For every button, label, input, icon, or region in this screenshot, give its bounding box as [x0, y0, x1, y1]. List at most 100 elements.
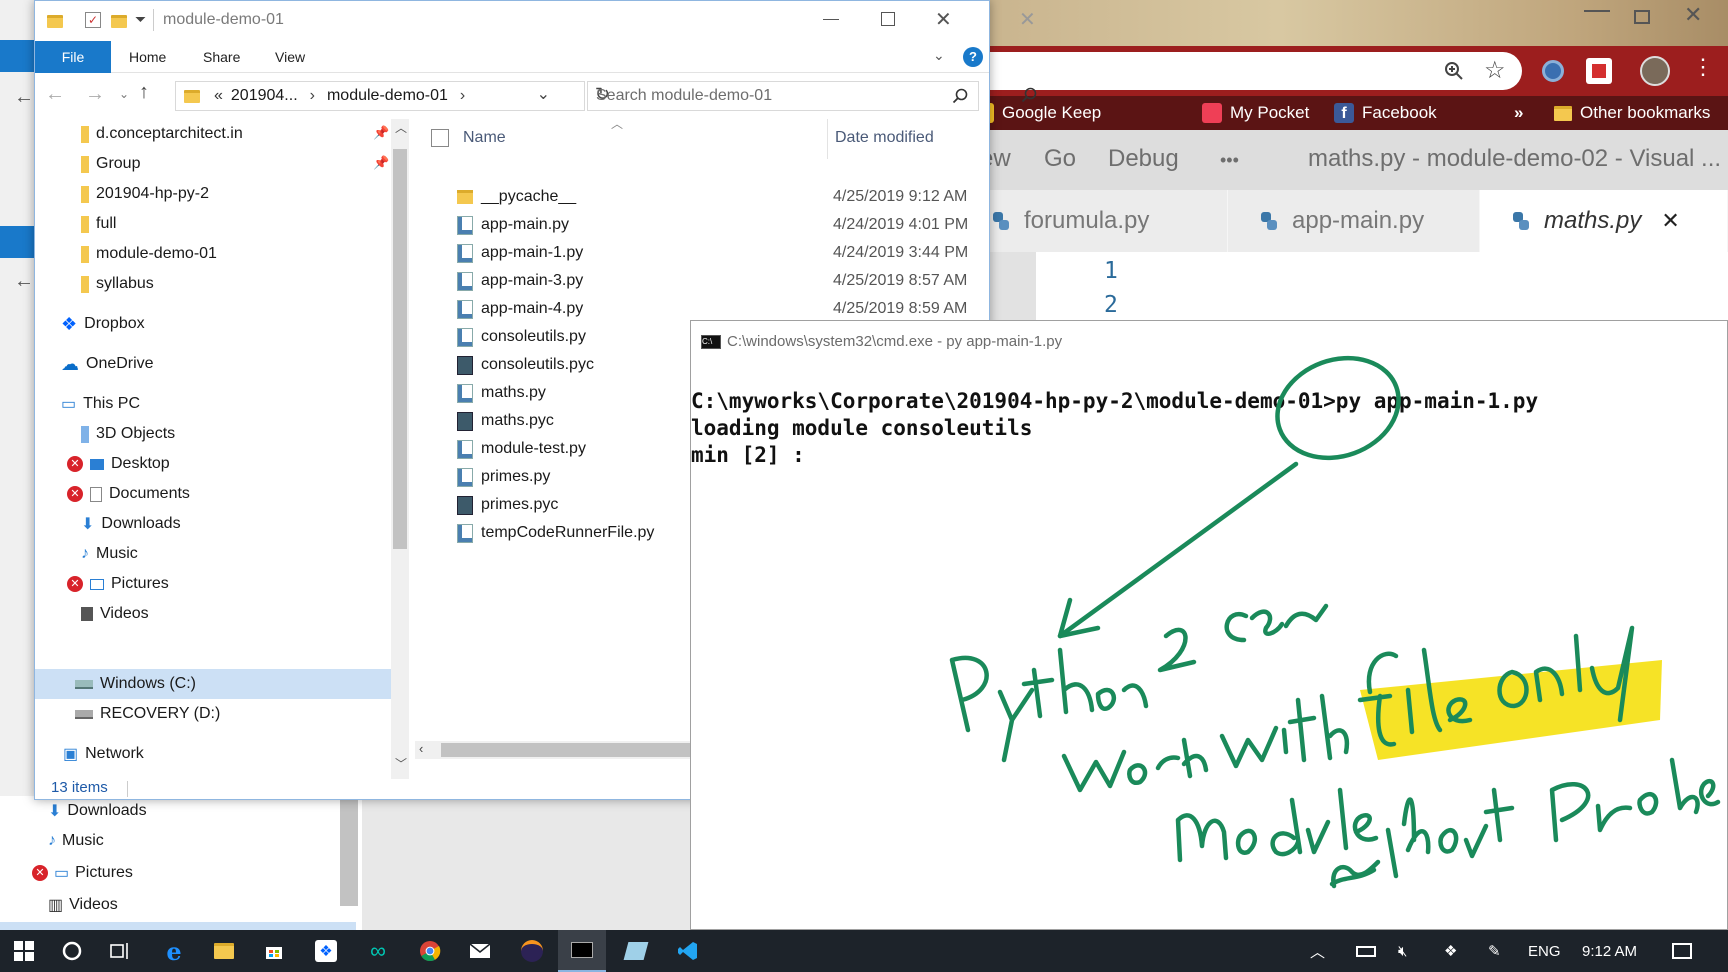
nav-item-conceptarchitect[interactable]: d.conceptarchitect.in	[81, 119, 243, 149]
column-date-modified[interactable]: Date modified	[835, 129, 934, 147]
other-bookmarks[interactable]: Other bookmarks	[1554, 96, 1710, 130]
nav-item-recovery-d[interactable]: RECOVERY (D:)	[75, 699, 220, 729]
menu-icon[interactable]: ⋮	[1692, 54, 1714, 80]
nav-item-this-pc[interactable]: ▭ This PC	[61, 389, 140, 419]
menu-more[interactable]: •••	[1220, 150, 1239, 171]
properties-icon[interactable]: ✓	[85, 12, 101, 28]
restore-icon[interactable]	[1634, 10, 1650, 24]
dropbox-tray[interactable]: ❖	[1444, 930, 1457, 972]
scroll-up-icon[interactable]: ︿	[395, 119, 407, 136]
close-icon[interactable]: ✕	[1019, 7, 1036, 32]
nav-item-pictures[interactable]: ✕ Pictures	[67, 569, 169, 599]
tab-app-main[interactable]: app-main.py	[1228, 190, 1480, 252]
menu-go[interactable]: Go	[1044, 145, 1076, 173]
address-dropdown-icon[interactable]: ⌄	[537, 84, 550, 104]
pdf-extension-icon[interactable]	[1586, 58, 1612, 84]
close-icon[interactable]: ✕	[935, 7, 952, 32]
file-row[interactable]: __pycache__ 4/25/2019 9:12 AM	[415, 183, 975, 211]
new-folder-icon[interactable]	[111, 15, 127, 28]
taskbar-edge[interactable]: e	[150, 930, 198, 972]
scroll-down-icon[interactable]: ﹀	[395, 755, 407, 772]
nav-item-videos[interactable]: Videos	[81, 599, 149, 629]
bookmark-facebook[interactable]: f Facebook	[1334, 96, 1437, 130]
breadcrumb-current[interactable]: module-demo-01	[327, 87, 448, 105]
pin-icon[interactable]: 📌	[373, 155, 389, 171]
address-bar[interactable]: ☆	[980, 52, 1522, 90]
nav-item-network[interactable]: ▣ Network	[63, 739, 144, 769]
file-row[interactable]: app-main-1.py 4/24/2019 3:44 PM	[415, 239, 975, 267]
tab-file[interactable]: File	[35, 41, 111, 73]
back-arrow-icon[interactable]: ←	[14, 86, 34, 109]
pen-workspace[interactable]: ✎	[1488, 930, 1501, 972]
file-row[interactable]: app-main.py 4/24/2019 4:01 PM	[415, 211, 975, 239]
extension-icon[interactable]	[1542, 60, 1564, 82]
console-line[interactable]: min [2] :	[691, 443, 805, 467]
nav-item-downloads[interactable]: ⬇ Downloads	[81, 509, 181, 539]
forward-arrow-icon[interactable]: →	[85, 83, 105, 106]
nav-item-music[interactable]: ♪ Music	[48, 826, 104, 856]
menu-debug[interactable]: Debug	[1108, 145, 1179, 173]
taskbar-cmd[interactable]	[558, 930, 606, 972]
back-arrow-icon[interactable]: ←	[45, 83, 65, 106]
nav-item-pictures[interactable]: ✕ ▭ Pictures	[32, 858, 133, 888]
search-input[interactable]: Search module-demo-01	[587, 81, 979, 111]
nav-item-dropbox[interactable]: ❖ Dropbox	[61, 309, 145, 339]
task-view-button[interactable]	[96, 930, 144, 972]
overflow-crumb[interactable]: «	[214, 87, 223, 105]
tab-maths[interactable]: maths.py ✕	[1480, 190, 1728, 252]
nav-item-desktop[interactable]: ✕ Desktop	[67, 449, 170, 479]
tab-forumula[interactable]: forumula.py	[960, 190, 1228, 252]
close-tab-icon[interactable]: ✕	[1661, 208, 1679, 234]
language-indicator[interactable]: ENG	[1528, 930, 1561, 972]
avatar[interactable]	[1640, 56, 1670, 86]
scroll-left-icon[interactable]: ‹	[419, 741, 423, 756]
file-row[interactable]: app-main-4.py 4/25/2019 8:59 AM	[415, 295, 975, 323]
nav-item-windows-c[interactable]: Windows (C:)	[75, 669, 196, 699]
recent-locations-icon[interactable]: ⌄	[119, 87, 129, 101]
clock[interactable]: 9:12 AM	[1582, 930, 1637, 972]
chevron-down-icon[interactable]: ⌄	[933, 47, 945, 64]
nav-item-201904-hp-py-2[interactable]: 201904-hp-py-2	[81, 179, 209, 209]
address-bar[interactable]: « 201904... › module-demo-01 › ⌄ ↻	[175, 81, 610, 111]
taskbar-eclipse[interactable]	[508, 930, 556, 972]
quick-access-dropdown-icon[interactable]: ⏷	[135, 11, 146, 28]
taskbar-dropbox[interactable]: ❖	[302, 930, 350, 972]
taskbar-mail[interactable]	[456, 930, 504, 972]
more-bookmarks-button[interactable]: »	[1514, 96, 1523, 130]
zoom-icon[interactable]	[1444, 61, 1464, 81]
nav-item-group[interactable]: Group	[81, 149, 140, 179]
nav-item-3d-objects[interactable]: 3D Objects	[81, 419, 175, 449]
bookmark-my-pocket[interactable]: My Pocket	[1202, 96, 1309, 130]
breadcrumb-chevron-icon[interactable]: ›	[460, 87, 465, 105]
minimize-icon[interactable]	[823, 19, 839, 20]
horizontal-scrollbar[interactable]: ‹	[415, 741, 735, 759]
scrollbar-thumb[interactable]	[340, 796, 358, 906]
help-icon[interactable]: ?	[963, 47, 983, 67]
tab-view[interactable]: View	[275, 41, 305, 73]
back-arrow-icon[interactable]: ←	[14, 270, 34, 293]
maximize-icon[interactable]	[881, 12, 895, 26]
search-icon[interactable]	[952, 88, 968, 104]
file-row[interactable]: app-main-3.py 4/25/2019 8:57 AM	[415, 267, 975, 295]
volume-control[interactable]: 🔇︎	[1398, 930, 1407, 972]
breadcrumb-parent[interactable]: 201904...	[231, 87, 298, 105]
battery-indicator[interactable]	[1356, 930, 1376, 972]
up-arrow-icon[interactable]: ↑	[139, 81, 149, 104]
search-icon[interactable]	[1021, 87, 1037, 103]
scrollbar-thumb[interactable]	[441, 743, 731, 757]
taskbar-chrome[interactable]	[406, 930, 454, 972]
editor-area[interactable]: 1 2	[980, 252, 1728, 320]
action-center[interactable]	[1672, 930, 1692, 972]
nav-item-onedrive[interactable]: ☁ OneDrive	[61, 349, 154, 379]
nav-item-module-demo-01[interactable]: module-demo-01	[81, 239, 217, 269]
select-all-checkbox[interactable]	[431, 129, 449, 147]
close-icon[interactable]: ✕	[1684, 2, 1702, 28]
nav-item-full[interactable]: full	[81, 209, 116, 239]
tab-share[interactable]: Share	[203, 41, 240, 73]
start-button[interactable]	[0, 930, 48, 972]
breadcrumb-chevron-icon[interactable]: ›	[310, 87, 315, 105]
tab-home[interactable]: Home	[129, 41, 166, 73]
column-name[interactable]: Name	[463, 129, 506, 147]
taskbar-store[interactable]	[250, 930, 298, 972]
show-hidden-icons[interactable]: ︿	[1310, 930, 1325, 972]
